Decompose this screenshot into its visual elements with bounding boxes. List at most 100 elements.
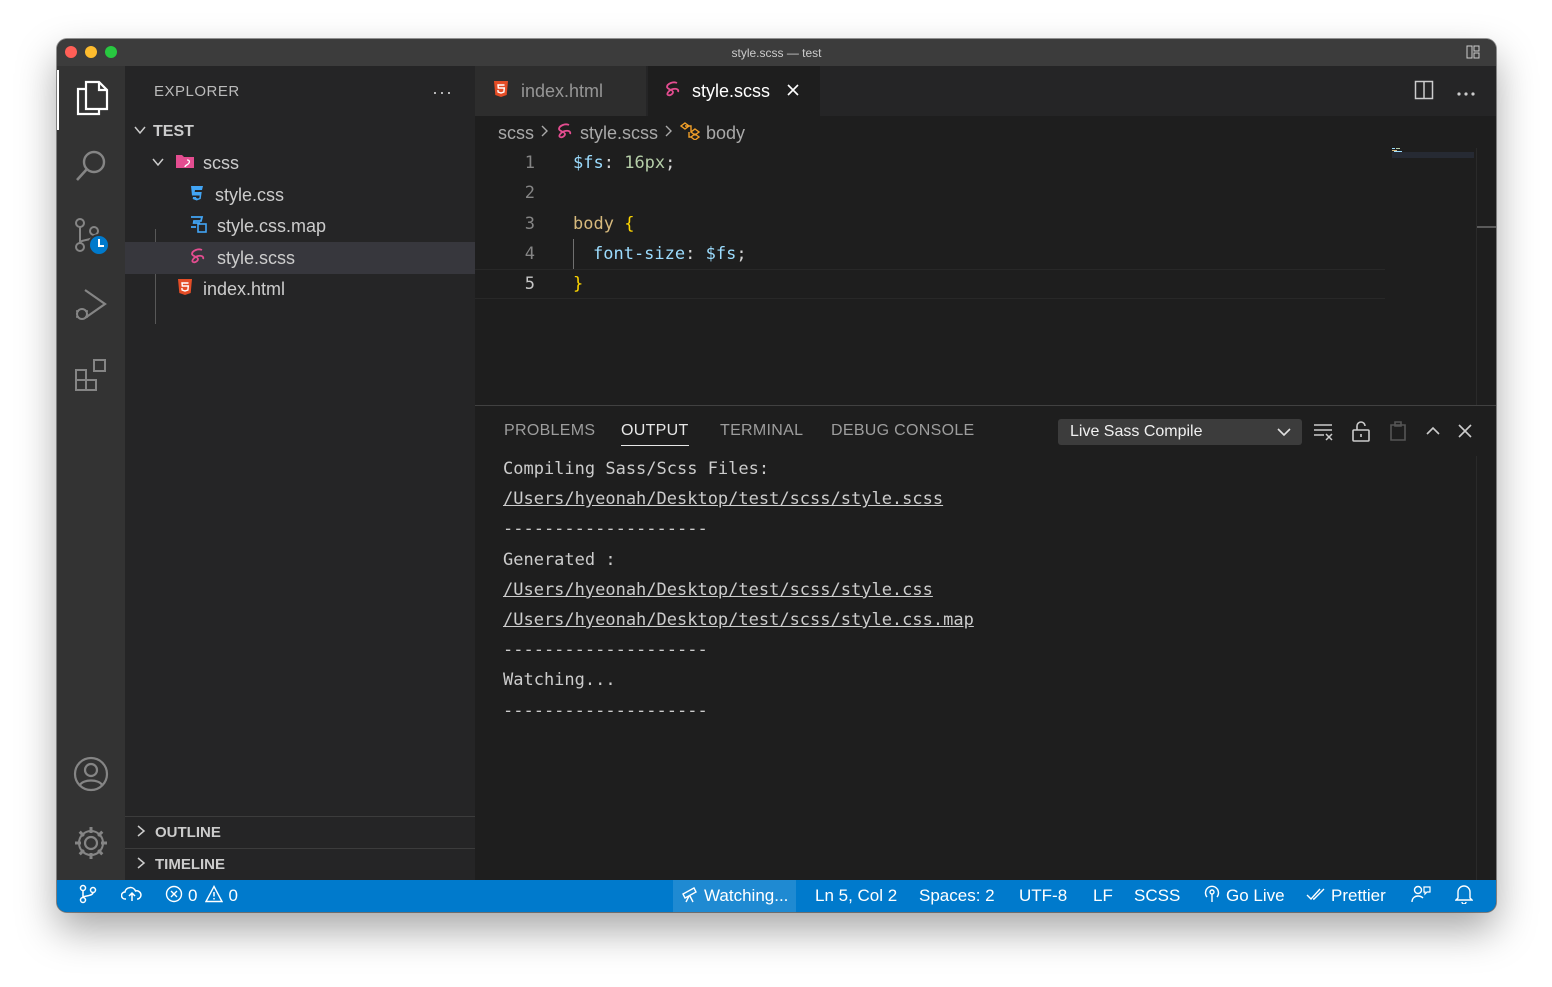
- maximize-panel-icon[interactable]: [1424, 422, 1442, 445]
- file-style-css-map[interactable]: style.css.map: [125, 210, 475, 242]
- sass-watching-status[interactable]: Watching...: [673, 880, 797, 912]
- output-link[interactable]: /Users/hyeonah/Desktop/test/scss/style.c…: [503, 605, 974, 635]
- cursor-position[interactable]: Ln 5, Col 2: [815, 880, 897, 912]
- folder-label: scss: [203, 152, 239, 173]
- panel-scrollbar[interactable]: [1476, 456, 1496, 881]
- warning-icon: [205, 884, 224, 908]
- split-editor-icon[interactable]: [1414, 80, 1434, 105]
- account-icon: [72, 755, 110, 798]
- code-line: 2: [475, 178, 1385, 208]
- notifications-button[interactable]: [1454, 880, 1474, 912]
- explorer-more-actions[interactable]: ···: [432, 82, 453, 103]
- tab-label: index.html: [521, 80, 604, 101]
- customize-layout-icon[interactable]: [1466, 45, 1480, 62]
- output-channel-value: Live Sass Compile: [1070, 423, 1203, 440]
- tab-output[interactable]: OUTPUT: [621, 422, 689, 446]
- outline-section[interactable]: OUTLINE: [125, 816, 475, 848]
- output-line: --------------------: [503, 700, 708, 721]
- tab-problems[interactable]: PROBLEMS: [504, 422, 595, 440]
- line-number: 3: [524, 214, 535, 234]
- extensions-icon: [73, 357, 109, 398]
- html5-icon: [177, 278, 193, 301]
- minimize-window-button[interactable]: [85, 46, 97, 58]
- close-tab-icon[interactable]: [786, 81, 800, 102]
- code-text: font-size: $fs;: [593, 244, 747, 264]
- breadcrumb-folder[interactable]: scss: [498, 123, 534, 144]
- close-window-button[interactable]: [65, 46, 77, 58]
- breadcrumb-symbol[interactable]: body: [706, 123, 745, 144]
- editor-actions: [1414, 80, 1476, 105]
- unlock-icon[interactable]: [1350, 420, 1372, 447]
- bell-icon: [1454, 884, 1474, 909]
- search-activity-button[interactable]: [57, 138, 125, 198]
- tab-terminal[interactable]: TERMINAL: [720, 422, 803, 440]
- indentation-status[interactable]: Spaces: 2: [919, 880, 995, 912]
- output-link[interactable]: /Users/hyeonah/Desktop/test/scss/style.c…: [503, 575, 974, 605]
- feedback-icon: [1411, 884, 1431, 909]
- output-channel-select[interactable]: Live Sass Compile: [1058, 419, 1302, 445]
- run-debug-icon: [73, 287, 109, 328]
- open-log-file-icon[interactable]: [1387, 420, 1409, 447]
- line-number: 5: [524, 274, 535, 294]
- accounts-activity-button[interactable]: [57, 746, 125, 806]
- tab-debug-console[interactable]: DEBUG CONSOLE: [831, 422, 975, 440]
- section-label: TIMELINE: [155, 856, 225, 873]
- maximize-window-button[interactable]: [105, 46, 117, 58]
- status-bar: 0 0 Watching... Ln 5, Col 2 Spaces: 2 UT…: [57, 880, 1496, 912]
- source-control-activity-button[interactable]: [57, 208, 125, 268]
- error-count: 0: [188, 886, 198, 905]
- output-line: Generated :: [503, 549, 616, 570]
- output-line: Compiling Sass/Scss Files:: [503, 459, 770, 480]
- code-text: body {: [573, 214, 635, 234]
- explorer-sidebar: EXPLORER ··· TEST scss style.css style.c…: [125, 66, 475, 880]
- branch-status[interactable]: [79, 880, 97, 912]
- output-log[interactable]: Compiling Sass/Scss Files: /Users/hyeona…: [503, 454, 974, 726]
- vscode-window: style.scss — test EXPLORER ··· TEST scss…: [57, 39, 1496, 912]
- run-debug-activity-button[interactable]: [57, 277, 125, 337]
- minimap[interactable]: [1390, 148, 1482, 408]
- git-branch-icon: [79, 884, 97, 909]
- code-line: 3 body {: [475, 209, 1385, 239]
- line-number: 1: [524, 153, 535, 173]
- extensions-activity-button[interactable]: [57, 347, 125, 407]
- close-panel-icon[interactable]: [1457, 423, 1473, 444]
- more-actions-icon[interactable]: [1456, 84, 1476, 102]
- file-label: style.scss: [217, 247, 296, 268]
- explorer-activity-button[interactable]: [57, 70, 125, 130]
- css-map-file-icon: [189, 215, 207, 238]
- timeline-section[interactable]: TIMELINE: [125, 848, 475, 880]
- go-live-button[interactable]: Go Live: [1203, 880, 1285, 912]
- eol-status[interactable]: LF: [1093, 880, 1113, 912]
- cloud-upload-icon: [120, 885, 143, 908]
- encoding-status[interactable]: UTF-8: [1019, 880, 1067, 912]
- title-bar: style.scss — test: [57, 39, 1496, 66]
- chevron-right-icon: [135, 824, 147, 842]
- clear-output-icon[interactable]: [1313, 421, 1335, 446]
- output-line: --------------------: [503, 640, 708, 661]
- code-editor[interactable]: 1 $fs: 16px; 2 3 body { 4 font-size: $fs…: [475, 148, 1385, 368]
- sass-icon: [556, 122, 574, 145]
- warning-count: 0: [228, 886, 238, 905]
- file-index-html[interactable]: index.html: [125, 273, 475, 305]
- tab-index-html[interactable]: index.html: [475, 66, 647, 116]
- editor-group: index.html style.scss scss style.scss bo…: [475, 66, 1496, 881]
- feedback-button[interactable]: [1411, 880, 1431, 912]
- manage-activity-button[interactable]: [57, 815, 125, 875]
- workspace-root-label: TEST: [153, 123, 194, 140]
- output-link[interactable]: /Users/hyeonah/Desktop/test/scss/style.s…: [503, 484, 974, 514]
- breadcrumb-file[interactable]: style.scss: [580, 123, 658, 144]
- tab-style-scss[interactable]: style.scss: [648, 66, 820, 116]
- file-label: style.css: [215, 184, 285, 205]
- folder-scss[interactable]: scss: [125, 147, 475, 179]
- workspace-root[interactable]: TEST: [125, 116, 475, 148]
- language-mode[interactable]: SCSS: [1134, 880, 1180, 912]
- prettier-status[interactable]: Prettier: [1306, 880, 1386, 912]
- problems-status[interactable]: 0 0: [165, 880, 238, 912]
- file-style-css[interactable]: style.css: [125, 179, 475, 211]
- chevron-right-icon: [664, 124, 674, 143]
- sync-status[interactable]: [120, 880, 143, 912]
- tab-bar: index.html style.scss: [475, 66, 1496, 116]
- editor-scrollbar[interactable]: [1476, 148, 1496, 408]
- css-file-icon: [189, 184, 205, 207]
- file-style-scss[interactable]: style.scss: [125, 242, 475, 274]
